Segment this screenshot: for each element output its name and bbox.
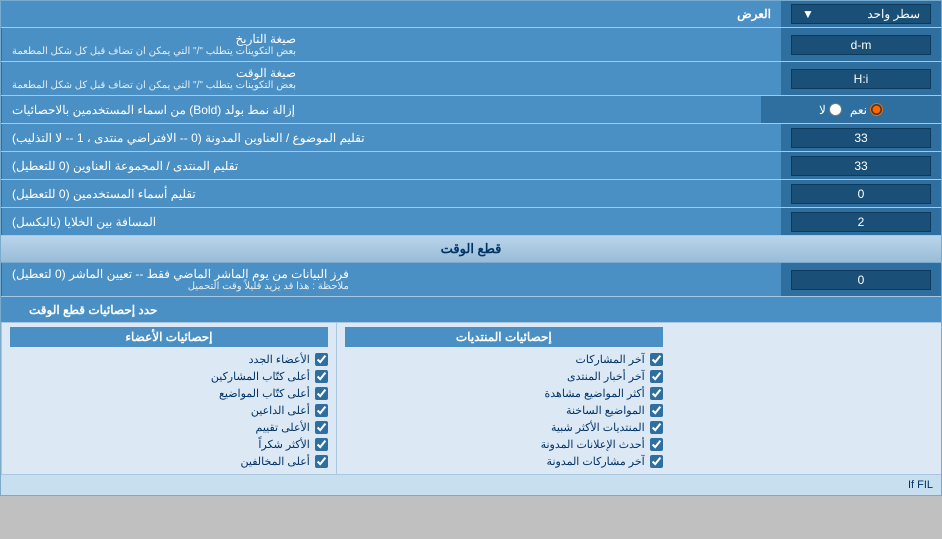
radio-no[interactable] [829, 103, 842, 116]
title-order-input[interactable] [791, 128, 931, 148]
cb-most-viewed[interactable] [650, 387, 663, 400]
radio-yes[interactable] [870, 103, 883, 116]
checkbox-col-forums: إحصائيات المنتديات آخر المشاركات آخر أخب… [336, 323, 671, 474]
chevron-down-icon: ▼ [802, 7, 814, 21]
forum-usernames-label: تقليم المنتدى / المجموعة العناوين (0 للت… [1, 152, 781, 179]
title-order-row: تقليم الموضوع / العناوين المدونة (0 -- ا… [1, 124, 941, 152]
list-item: آخر مشاركات المدونة [345, 453, 663, 470]
limit-section-bar: حدد إحصائيات قطع الوقت [1, 297, 941, 323]
cb-last-blog-posts[interactable] [650, 455, 663, 468]
list-item: أعلى الداعين [10, 402, 328, 419]
forum-usernames-input[interactable] [791, 156, 931, 176]
cb-top-inviters[interactable] [315, 404, 328, 417]
realtime-label: فرز البيانات من يوم الماشر الماضي فقط --… [1, 263, 781, 296]
realtime-input[interactable] [791, 270, 931, 290]
col-forums-header: إحصائيات المنتديات [345, 327, 663, 347]
list-item: أكثر المواضيع مشاهدة [345, 385, 663, 402]
time-format-input-cell [781, 62, 941, 95]
radio-no-label[interactable]: لا [819, 103, 842, 117]
time-format-input[interactable] [791, 69, 931, 89]
checkbox-col-members: إحصائيات الأعضاء الأعضاء الجدد أعلى كتّا… [1, 323, 336, 474]
cb-top-violators[interactable] [315, 455, 328, 468]
list-item: المنتديات الأكثر شبية [345, 419, 663, 436]
if-fil-bar: If FIL [1, 474, 941, 495]
list-item: المواضيع الساخنة [345, 402, 663, 419]
trim-usernames-row: تقليم أسماء المستخدمين (0 للتعطيل) [1, 180, 941, 208]
bold-remove-radio-cell: نعم لا [761, 96, 941, 123]
checkbox-columns-container: إحصائيات الأعضاء الأعضاء الجدد أعلى كتّا… [1, 323, 941, 474]
realtime-row: فرز البيانات من يوم الماشر الماضي فقط --… [1, 263, 941, 297]
list-item: أعلى كتّاب المواضيع [10, 385, 328, 402]
trim-usernames-input-cell [781, 180, 941, 207]
main-container: العرض سطر واحد ▼ صيغة التاريخ بعض التكوي… [0, 0, 942, 496]
cell-spacing-input-cell [781, 208, 941, 235]
date-format-input-cell [781, 28, 941, 61]
trim-usernames-label: تقليم أسماء المستخدمين (0 للتعطيل) [1, 180, 781, 207]
cb-most-thanked[interactable] [315, 438, 328, 451]
list-item: أعلى المخالفين [10, 453, 328, 470]
realtime-section-header: قطع الوقت [1, 236, 941, 263]
radio-yes-label[interactable]: نعم [850, 103, 883, 117]
cb-hot-topics[interactable] [650, 404, 663, 417]
forum-usernames-input-cell [781, 152, 941, 179]
cb-new-members[interactable] [315, 353, 328, 366]
cb-top-thread-writers[interactable] [315, 387, 328, 400]
forum-usernames-row: تقليم المنتدى / المجموعة العناوين (0 للت… [1, 152, 941, 180]
view-dropdown[interactable]: سطر واحد ▼ [791, 4, 931, 24]
cell-spacing-row: المسافة بين الخلايا (بالبكسل) [1, 208, 941, 236]
list-item: الأكثر شكراً [10, 436, 328, 453]
cell-spacing-label: المسافة بين الخلايا (بالبكسل) [1, 208, 781, 235]
date-format-label: صيغة التاريخ بعض التكوينات يتطلب "/" الت… [1, 28, 781, 61]
cb-top-posters[interactable] [315, 370, 328, 383]
date-format-input[interactable] [791, 35, 931, 55]
bold-remove-label: إزالة نمط بولد (Bold) من اسماء المستخدمي… [1, 96, 761, 123]
title-order-input-cell [781, 124, 941, 151]
list-item: آخر أخبار المنتدى [345, 368, 663, 385]
trim-usernames-input[interactable] [791, 184, 931, 204]
date-format-row: صيغة التاريخ بعض التكوينات يتطلب "/" الت… [1, 28, 941, 62]
checkbox-col-empty [671, 323, 941, 474]
list-item: آخر المشاركات [345, 351, 663, 368]
time-format-label: صيغة الوقت بعض التكوينات يتطلب "/" التي … [1, 62, 781, 95]
cb-latest-blog-announcements[interactable] [650, 438, 663, 451]
list-item: أعلى كتّاب المشاركين [10, 368, 328, 385]
header-dropdown-cell: سطر واحد ▼ [781, 1, 941, 27]
cb-last-posts[interactable] [650, 353, 663, 366]
realtime-input-cell [781, 263, 941, 296]
list-item: الأعضاء الجدد [10, 351, 328, 368]
header-row: العرض سطر واحد ▼ [1, 1, 941, 28]
limit-section-label: حدد إحصائيات قطع الوقت [29, 303, 157, 317]
cb-top-rated[interactable] [315, 421, 328, 434]
cb-most-similar-forums[interactable] [650, 421, 663, 434]
header-label: العرض [1, 3, 781, 25]
col-members-header: إحصائيات الأعضاء [10, 327, 328, 347]
if-fil-text: If FIL [908, 479, 933, 491]
bold-remove-row: إزالة نمط بولد (Bold) من اسماء المستخدمي… [1, 96, 941, 124]
list-item: الأعلى تقييم [10, 419, 328, 436]
list-item: أحدث الإعلانات المدونة [345, 436, 663, 453]
cell-spacing-input[interactable] [791, 212, 931, 232]
title-order-label: تقليم الموضوع / العناوين المدونة (0 -- ا… [1, 124, 781, 151]
time-format-row: صيغة الوقت بعض التكوينات يتطلب "/" التي … [1, 62, 941, 96]
cb-last-news[interactable] [650, 370, 663, 383]
